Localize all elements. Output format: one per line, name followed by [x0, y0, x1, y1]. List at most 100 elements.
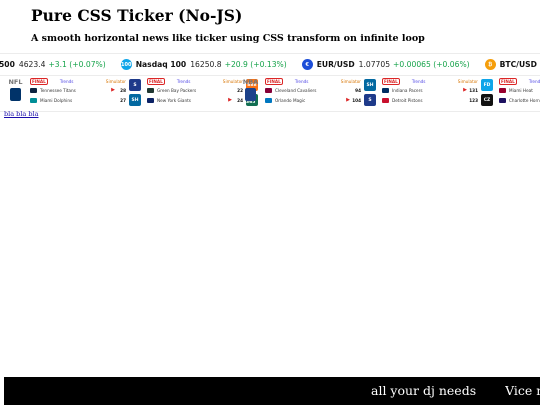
team-logo-icon [382, 97, 389, 103]
team-row: Tennessee Titans ▶ 28 [30, 85, 126, 95]
footer-item[interactable]: all your dj needs [371, 383, 476, 398]
team-name: New York Giants [157, 97, 191, 103]
game-card[interactable]: FINAL Trends Simulator Cleveland Cavaliers 9… [265, 78, 361, 108]
game-card-header: FINAL Trends Simulator [265, 78, 361, 85]
team-row: Miami Heat▶11 [499, 85, 540, 95]
page-subtitle: A smooth horizontal news like ticker usi… [31, 33, 425, 44]
sportsbook-icon[interactable]: SH [364, 79, 376, 91]
market-ticker: 500 4623.4 +3.1 (+0.07%) 100 Nasdaq 100 16250… [0, 53, 540, 76]
game-card[interactable]: FINAL Trends Simulator Indiana Pacers ▶ 131 De… [382, 78, 478, 108]
nasdaq-icon: 100 [120, 59, 132, 70]
team-logo-icon [265, 97, 272, 103]
bla-link[interactable]: bla bla bla [4, 110, 38, 118]
simulator-link[interactable]: Simulator [106, 79, 126, 84]
team-name: Cleveland Cavaliers [275, 87, 317, 93]
simulator-link[interactable]: Simulator [223, 79, 243, 84]
eurusd-icon: € [301, 59, 313, 70]
final-badge: FINAL [265, 78, 283, 85]
trends-link[interactable]: Trends [412, 79, 426, 84]
simulator-link[interactable]: Simulator [458, 79, 478, 84]
ticker-symbol: Nasdaq 100 [135, 60, 187, 69]
team-score: 94 [355, 87, 361, 93]
final-badge: FINAL [382, 78, 400, 85]
team-name: Green Bay Packers [157, 87, 197, 93]
winner-arrow-icon: ▶ [463, 87, 467, 93]
ticker-price: 16250.8 [190, 60, 222, 69]
ticker-item[interactable]: € EUR/USD 1.07705 +0.00065 (+0.06%) [301, 59, 470, 70]
winner-arrow-icon: ▶ [228, 97, 232, 103]
team-row: New York Giants ▶ 24 [147, 95, 243, 105]
league-badge: NFL [7, 78, 24, 101]
fanduel-icon[interactable]: FD [481, 79, 493, 91]
team-logo-icon [265, 87, 272, 93]
simulator-link[interactable]: Simulator [341, 79, 361, 84]
team-logo-icon [499, 97, 506, 103]
ticker-symbol: BTC/USD [499, 60, 537, 69]
trends-link[interactable]: Trends [529, 79, 540, 84]
footer-ticker: all your dj needs Vice mlk [4, 377, 540, 405]
team-name: Tennessee Titans [40, 87, 76, 93]
final-badge: FINAL [30, 78, 48, 85]
footer-item[interactable]: Vice mlk [505, 383, 540, 398]
caesars-icon[interactable]: CZ [481, 94, 493, 106]
ticker-track: 500 4623.4 +3.1 (+0.07%) 100 Nasdaq 100 16250… [0, 54, 540, 75]
final-badge: FINAL [499, 78, 517, 85]
trends-link[interactable]: Trends [295, 79, 309, 84]
team-score: 131 [469, 87, 478, 93]
winner-arrow-icon: ▶ [111, 87, 115, 93]
team-row: Green Bay Packers 22 [147, 85, 243, 95]
league-label: NBA [242, 78, 259, 86]
team-score: 27 [120, 97, 126, 103]
game-card-header: FINAL Trends Simulator [382, 78, 478, 85]
footer-track: all your dj needs Vice mlk [371, 383, 540, 398]
team-logo-icon [30, 97, 37, 103]
game-card-header: FINAL Trends Simulator [30, 78, 126, 85]
game-card[interactable]: FINALTrendsSimulatorMiami Heat▶11Charlot… [499, 78, 540, 108]
game-card-header: FINAL Trends Simulator [147, 78, 243, 85]
league-badge: NBA [242, 78, 259, 101]
team-row: Cleveland Cavaliers 94 [265, 85, 361, 95]
ticker-change: +20.9 (+0.13%) [224, 60, 287, 69]
team-logo-icon [30, 87, 37, 93]
team-score: 104 [352, 97, 361, 103]
team-score: 28 [120, 87, 126, 93]
team-score: 123 [469, 97, 478, 103]
team-name: Detroit Pistons [392, 97, 423, 103]
page-title: Pure CSS Ticker (No-JS) [31, 6, 243, 25]
bitcoin-icon: ₿ [484, 59, 496, 70]
ticker-change: +0.00065 (+0.06%) [393, 60, 470, 69]
nba-logo-icon [245, 88, 256, 101]
trends-link[interactable]: Trends [60, 79, 74, 84]
ticker-item[interactable]: ₿BTC/USD41488+246 (+0.60%) [484, 59, 540, 70]
winner-arrow-icon: ▶ [346, 97, 350, 103]
draftkings-icon[interactable]: S [129, 79, 141, 91]
ticker-symbol: 500 [0, 60, 15, 69]
team-logo-icon [382, 87, 389, 93]
league-label: NFL [8, 78, 23, 86]
team-name: Charlotte Hornets [509, 97, 540, 103]
team-logo-icon [147, 87, 154, 93]
team-name: Orlando Magic [275, 97, 306, 103]
ticker-symbol: EUR/USD [316, 60, 355, 69]
team-name: Miami Heat [509, 87, 533, 93]
team-row: Orlando Magic ▶ 104 [265, 95, 361, 105]
team-row: Detroit Pistons 123 [382, 95, 478, 105]
team-logo-icon [147, 97, 154, 103]
team-name: Miami Dolphins [40, 97, 73, 103]
game-card[interactable]: FINAL Trends Simulator Green Bay Packers 22 N… [147, 78, 243, 108]
ticker-item[interactable]: 100 Nasdaq 100 16250.8 +20.9 (+0.13%) [120, 59, 287, 70]
team-row: Indiana Pacers ▶ 131 [382, 85, 478, 95]
sportsbook-icon[interactable]: SH [129, 94, 141, 106]
draftkings-icon[interactable]: S [364, 94, 376, 106]
ticker-item[interactable]: 500 4623.4 +3.1 (+0.07%) [0, 59, 106, 70]
team-logo-icon [499, 87, 506, 93]
ticker-price: 4623.4 [18, 60, 46, 69]
team-row: Charlotte Hornets11 [499, 95, 540, 105]
final-badge: FINAL [147, 78, 165, 85]
team-row: Miami Dolphins 27 [30, 95, 126, 105]
trends-link[interactable]: Trends [177, 79, 191, 84]
scoreboard-strip: NFL FINAL Trends Simulator Tennessee Titans ▶… [0, 75, 540, 112]
nfl-logo-icon [10, 88, 21, 101]
ticker-price: 1.07705 [358, 60, 391, 69]
game-card[interactable]: FINAL Trends Simulator Tennessee Titans ▶ 28 M… [30, 78, 126, 108]
